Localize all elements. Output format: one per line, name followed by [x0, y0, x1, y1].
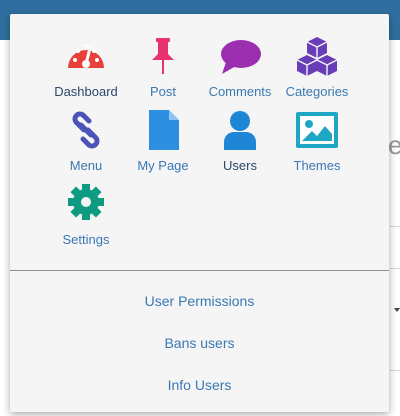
app-tile-users[interactable]: Users [199, 108, 281, 182]
app-tile-menu[interactable]: Menu [45, 108, 127, 182]
app-tile-label: Settings [62, 232, 110, 247]
app-tile-label: Post [149, 84, 176, 99]
app-tile-categories[interactable]: Categories [276, 34, 358, 108]
app-tile-dashboard[interactable]: Dashboard [45, 34, 127, 108]
app-tile-label: Users [223, 158, 257, 173]
background-divider [390, 226, 400, 227]
speech-bubble-icon [218, 34, 262, 78]
background-divider [390, 370, 400, 371]
app-tile-label: Comments [208, 84, 272, 99]
app-tile-settings[interactable]: Settings [45, 182, 127, 256]
pushpin-icon [141, 34, 185, 78]
cubes-icon [295, 34, 339, 78]
bans-users-link[interactable]: Bans users [10, 334, 389, 352]
gear-icon [64, 182, 108, 226]
background-caret-icon [394, 308, 400, 312]
app-tile-label: Dashboard [54, 84, 118, 99]
app-tile-label: Menu [69, 158, 103, 173]
link-chain-icon [64, 108, 108, 152]
image-icon [295, 108, 339, 152]
dashboard-gauge-icon [64, 34, 108, 78]
info-users-link[interactable]: Info Users [10, 376, 389, 394]
user-permissions-link[interactable]: User Permissions [10, 292, 389, 310]
user-icon [218, 108, 262, 152]
app-tile-label: My Page [137, 158, 189, 173]
app-tile-themes[interactable]: Themes [276, 108, 358, 182]
app-menu-popup: Dashboard Post Comments Categories Menu … [10, 14, 389, 412]
app-tile-label: Categories [285, 84, 349, 99]
app-tile-label: Themes [293, 158, 341, 173]
app-tile-post[interactable]: Post [122, 34, 204, 108]
app-tile-comments[interactable]: Comments [199, 34, 281, 108]
background-divider [390, 268, 400, 269]
background-partial-text: e [388, 130, 400, 160]
menu-divider [10, 270, 389, 271]
document-icon [141, 108, 185, 152]
app-tile-my-page[interactable]: My Page [122, 108, 204, 182]
